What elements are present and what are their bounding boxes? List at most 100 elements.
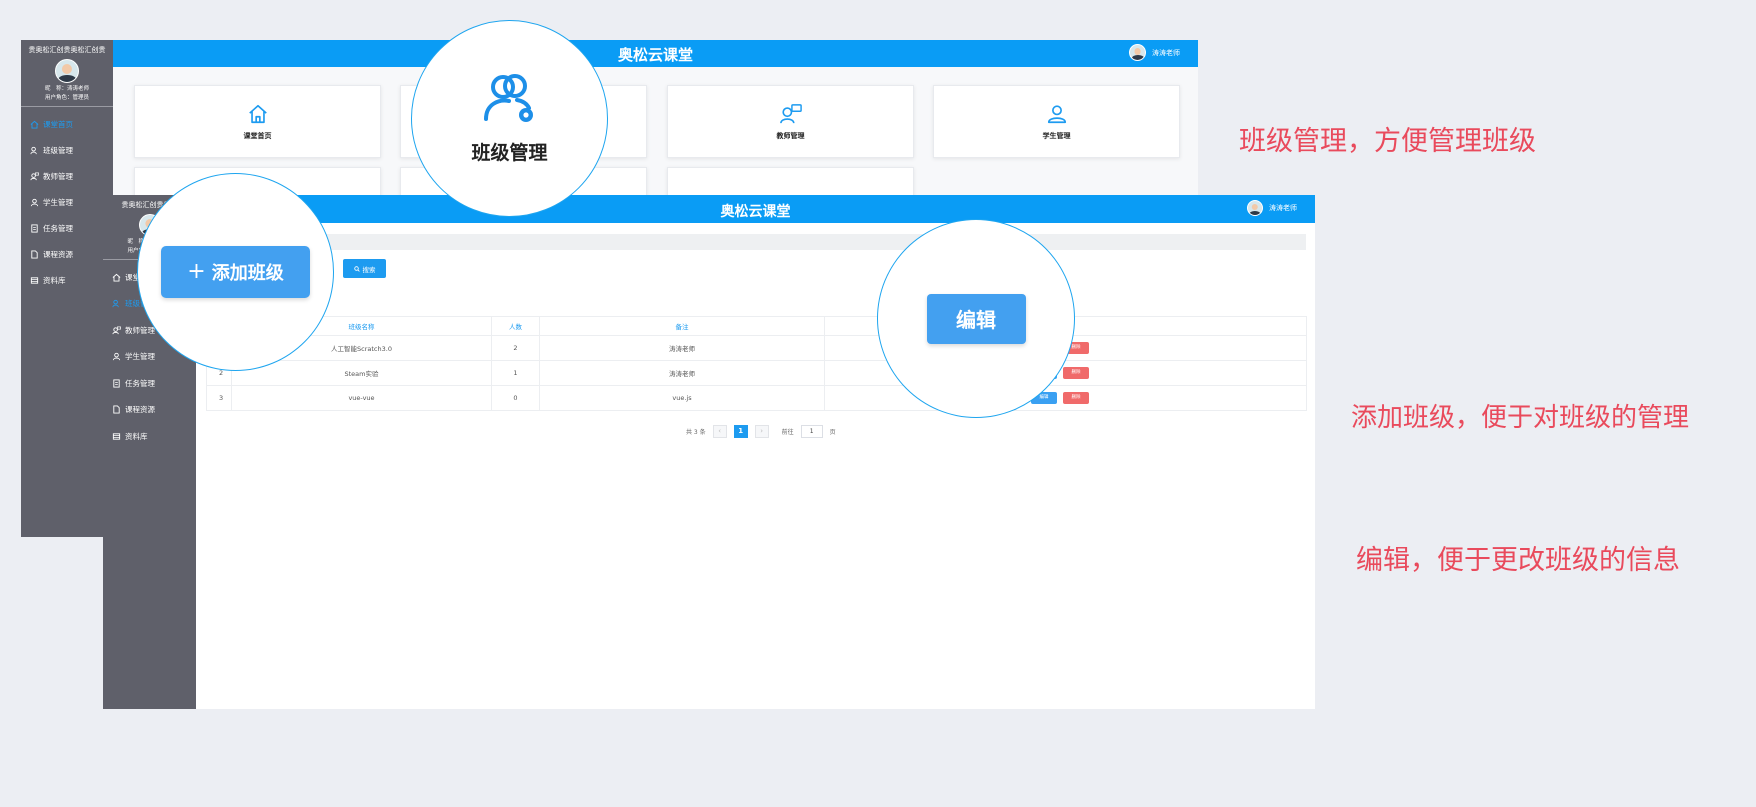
pagination: 共 3 条 ‹ 1 › 前往 1 页	[686, 425, 836, 438]
goto-label: 前往	[781, 429, 794, 436]
search-label: 搜索	[362, 265, 376, 274]
sidebar-item-teacher[interactable]: 教师管理	[21, 163, 113, 189]
table-row: 3 vue-vue 0 vue.js 编辑 删除	[206, 385, 1307, 411]
class-icon	[112, 300, 119, 308]
tile-label: 教师管理	[776, 131, 805, 140]
breadcrumb-bar	[206, 234, 1306, 250]
user-name: 涛涛老师	[1269, 204, 1297, 212]
user-nickname: 昵 称：涛涛老师	[44, 86, 89, 92]
row-count: 0	[491, 385, 540, 411]
sidebar: 贵奥松汇创贵奥松汇创贵 昵 称：涛涛老师 用户角色：管理员 课堂首页 班级管理 …	[21, 40, 113, 537]
sidebar-item-home[interactable]: 课堂首页	[21, 111, 113, 137]
home-icon	[112, 273, 121, 282]
delete-button[interactable]: 删除	[1063, 367, 1089, 379]
page-suffix: 页	[829, 429, 836, 436]
student-icon	[112, 353, 121, 361]
sidebar-item-library[interactable]: 资料库	[21, 267, 113, 293]
next-page-button[interactable]: ›	[754, 425, 769, 438]
user-menu[interactable]: 涛涛老师	[1129, 44, 1180, 61]
search-icon	[353, 265, 360, 272]
row-class-name: vue-vue	[231, 385, 492, 411]
top-bar: 奥松云课堂 涛涛老师	[113, 40, 1198, 67]
class-management-icon	[483, 74, 533, 122]
sidebar-item-label: 课程资源	[125, 405, 155, 415]
sidebar-item-label: 课程资源	[43, 249, 73, 259]
row-note: 涛涛老师	[539, 360, 825, 386]
class-icon	[30, 146, 37, 154]
home-icon	[248, 104, 267, 123]
resource-icon	[31, 249, 38, 259]
prev-page-button[interactable]: ‹	[712, 425, 727, 438]
row-index: 3	[206, 385, 232, 411]
sidebar-item-task[interactable]: 任务管理	[21, 215, 113, 241]
teacher-icon	[779, 103, 802, 123]
library-icon	[112, 433, 121, 440]
annotation-class-management: 班级管理，方便管理班级	[1239, 126, 1536, 157]
class-management-label: 班级管理	[471, 142, 548, 164]
add-class-label: 添加班级	[211, 263, 284, 284]
sidebar-item-library[interactable]: 资料库	[103, 423, 196, 450]
sidebar-menu: 课堂首页 班级管理 教师管理 学生管理 任务管理 课程资源 资料库	[21, 111, 113, 293]
sidebar-item-label: 任务管理	[125, 378, 155, 388]
row-count: 1	[491, 360, 540, 386]
student-icon	[30, 198, 39, 206]
edit-button-large[interactable]: 编辑	[926, 293, 1026, 344]
brand-text: 贵奥松汇创贵奥松汇创贵	[28, 46, 106, 54]
user-role: 用户角色：管理员	[44, 95, 89, 101]
class-management-callout: 班级管理	[411, 20, 608, 217]
page-number-current[interactable]: 1	[733, 425, 748, 438]
tile-home[interactable]: 课堂首页	[134, 85, 381, 158]
plus-icon: +	[187, 259, 206, 284]
sidebar-item-label: 学生管理	[125, 352, 155, 362]
tile-teacher[interactable]: 教师管理	[667, 85, 914, 158]
avatar	[1129, 44, 1146, 61]
user-name: 涛涛老师	[1152, 48, 1180, 57]
sidebar-item-student[interactable]: 学生管理	[21, 189, 113, 215]
divider	[21, 106, 113, 107]
tile-label: 课堂首页	[243, 131, 272, 140]
avatar[interactable]	[55, 59, 79, 83]
column-header-count[interactable]: 人数	[491, 316, 540, 336]
tile-student[interactable]: 学生管理	[933, 85, 1180, 158]
top-bar: 奥松云课堂 涛涛老师	[196, 195, 1315, 223]
sidebar-item-label: 教师管理	[43, 171, 73, 181]
teacher-icon	[30, 172, 39, 180]
sidebar-item-label: 课堂首页	[43, 119, 73, 129]
library-icon	[30, 276, 39, 284]
sidebar-item-resource[interactable]: 课程资源	[103, 397, 196, 424]
table-row: 人工智能Scratch3.0 2 涛涛老师 编辑删除	[206, 335, 1307, 361]
sidebar-item-label: 任务管理	[43, 223, 73, 233]
app-title: 奥松云课堂	[617, 46, 693, 64]
user-menu[interactable]: 涛涛老师	[1247, 200, 1297, 216]
add-class-button[interactable]: + 添加班级	[161, 246, 310, 298]
annotation-edit: 编辑，便于更改班级的信息	[1356, 545, 1680, 576]
search-button[interactable]: 搜索	[343, 259, 386, 278]
column-header-note[interactable]: 备注	[539, 316, 825, 336]
annotation-add-class: 添加班级，便于对班级的管理	[1351, 403, 1690, 433]
sidebar-item-label: 资料库	[43, 275, 66, 285]
sidebar-item-label: 班级管理	[43, 145, 73, 155]
app-title: 奥松云课堂	[720, 204, 791, 220]
student-icon	[1047, 104, 1066, 123]
sidebar-item-class[interactable]: 班级管理	[21, 137, 113, 163]
pagination-total: 共 3 条	[686, 429, 706, 436]
sidebar-item-label: 教师管理	[125, 325, 155, 335]
sidebar-item-label: 学生管理	[43, 197, 73, 207]
row-note: 涛涛老师	[539, 335, 825, 361]
home-icon	[30, 120, 39, 129]
avatar	[1247, 200, 1263, 216]
sidebar-item-resource[interactable]: 课程资源	[21, 241, 113, 267]
resource-icon	[113, 405, 120, 414]
row-actions: 编辑删除	[824, 385, 1307, 411]
row-note: vue.js	[539, 385, 825, 411]
teacher-icon	[112, 326, 121, 334]
table-row: 2 Steam实验 1 涛涛老师 编辑删除	[206, 360, 1307, 386]
task-icon	[31, 223, 38, 233]
goto-page-input[interactable]: 1	[800, 425, 823, 438]
add-class-callout: + 添加班级	[137, 173, 334, 371]
sidebar-item-label: 资料库	[125, 431, 148, 441]
class-table: 班级名称 人数 备注 人工智能Scratch3.0 2 涛涛老师 编辑删除 2 …	[206, 316, 1307, 411]
sidebar-item-task[interactable]: 任务管理	[103, 370, 196, 397]
task-icon	[113, 379, 120, 388]
delete-button[interactable]: 删除	[1063, 392, 1089, 404]
